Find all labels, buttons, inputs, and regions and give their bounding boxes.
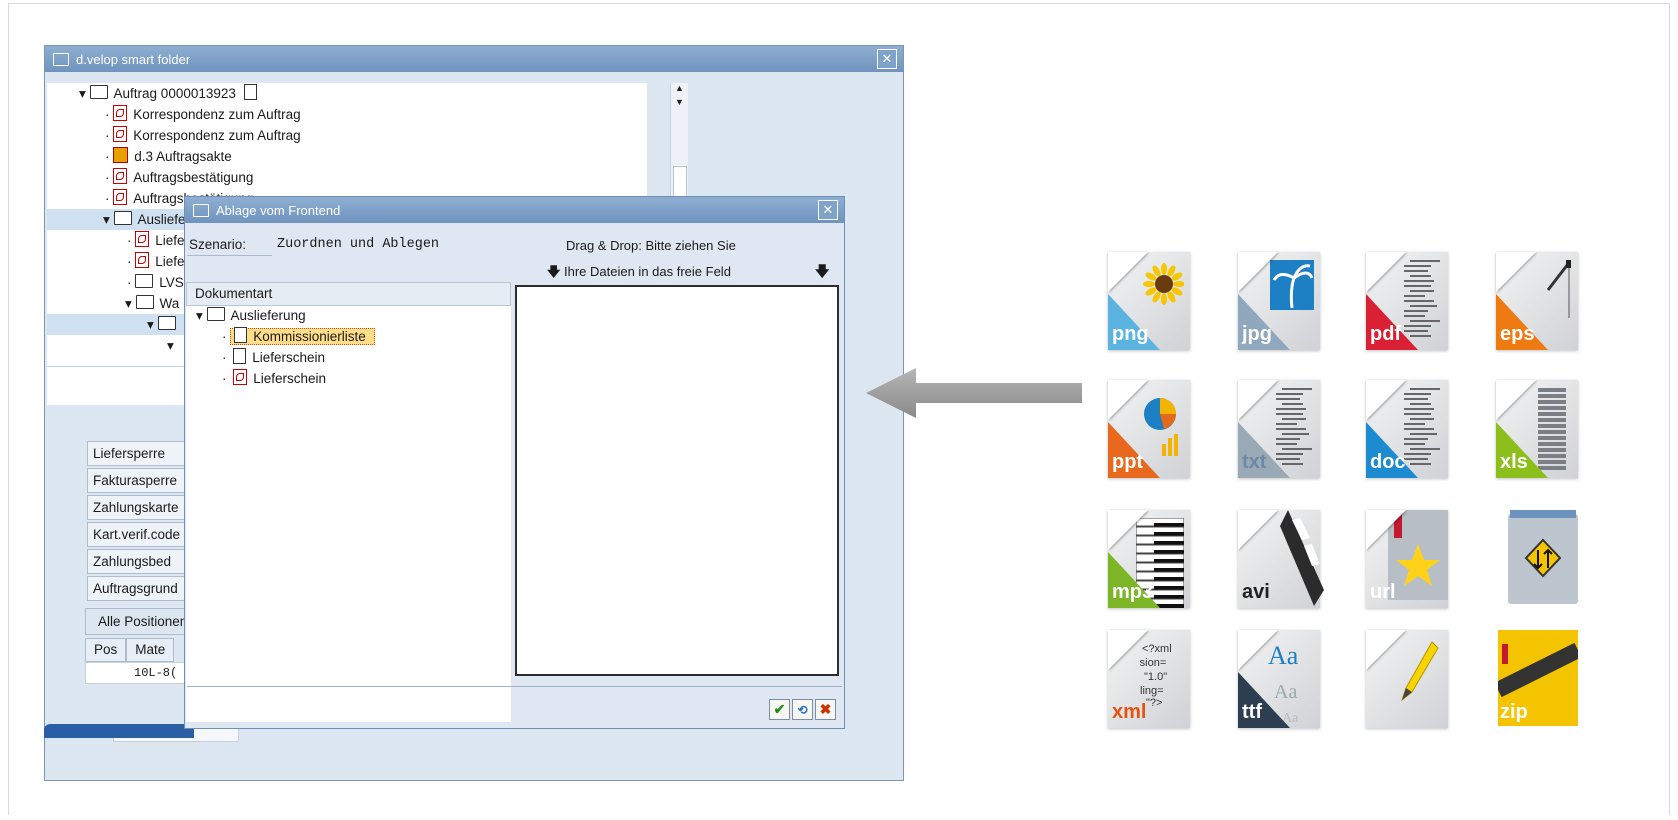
scroll-down-icon[interactable]: ▼ (671, 97, 688, 111)
png-file-icon: png (1108, 252, 1190, 350)
pdf-icon (233, 369, 248, 385)
ok-button[interactable]: ✔ (769, 699, 790, 720)
tree-item[interactable]: ▾ Auftrag 0000013923 (79, 83, 263, 104)
folder-open-icon (157, 316, 176, 330)
pdf-file-icon: pdf (1366, 252, 1448, 350)
document-icon (243, 84, 257, 100)
scenario-value[interactable]: Zuordnen und Ablegen (277, 237, 439, 252)
dragdrop-hint-line1: Drag & Drop: Bitte ziehen Sie (566, 238, 736, 253)
scenario-label: Szenario: (189, 237, 247, 252)
cancel-button[interactable]: ✖ (815, 699, 836, 720)
dialog-buttons: ✔ ⟲ ✖ (769, 699, 836, 720)
doctype-header: Dokumentart (186, 282, 511, 306)
pdf-icon (113, 189, 128, 205)
pdf-icon (135, 252, 150, 268)
dragdrop-hint-line2: 🡇 Ihre Dateien in das freie Feld (547, 264, 731, 279)
doctype-root[interactable]: ▾ Auslieferung (196, 306, 306, 326)
svg-text:ling=: ling= (1140, 685, 1164, 697)
folder-open-icon (113, 211, 132, 225)
svg-text:"?>: "?> (1146, 697, 1162, 708)
file-ext-label: zip (1500, 701, 1528, 723)
tree-item[interactable]: · LVS (127, 272, 184, 293)
doctype-item-kommissionierliste[interactable]: · Kommissionierliste (222, 327, 375, 347)
pdf-icon (113, 126, 128, 142)
window-icon (53, 52, 69, 66)
pdf-icon (113, 168, 128, 184)
document-icon (233, 348, 247, 364)
footer-divider (187, 686, 842, 688)
folder-icon (135, 274, 154, 288)
tree-expander[interactable]: ▾ (167, 335, 174, 356)
doctype-item-lieferschein-pdf[interactable]: · Lieferschein (222, 369, 326, 389)
avi-file-icon: avi (1238, 510, 1324, 608)
dialog-title: Ablage vom Frontend (216, 202, 341, 218)
window-bottom-strip (44, 724, 194, 738)
tree-scrollbar[interactable]: ▲ ▼ (670, 83, 688, 213)
file-ext-label: xls (1500, 451, 1528, 473)
folder-open-icon (206, 307, 225, 321)
file-ext-label: txt (1242, 451, 1267, 473)
folder-open-icon (89, 85, 108, 99)
xml-file-icon: <?xmlrsion="1.0"ling="?>xml (1108, 630, 1190, 728)
file-ext-label: jpg (1242, 323, 1272, 345)
file-ext-label: pdf (1370, 323, 1402, 345)
tree-item[interactable]: ▾ Wa (125, 293, 179, 314)
file-ext-label: avi (1242, 581, 1270, 603)
file-ext-label: xml (1112, 701, 1147, 723)
col-pos[interactable]: Pos (85, 638, 127, 662)
dossier-icon (113, 147, 129, 163)
tree-item[interactable]: · Auftragsbestätigung (105, 167, 253, 188)
file-ext-label: eps (1500, 323, 1535, 345)
eps-file-icon: eps (1496, 252, 1578, 350)
file-ext-label: url (1370, 581, 1396, 603)
pdf-icon (135, 231, 150, 247)
arrow-down-icon: 🡇 (815, 263, 830, 279)
tree-item[interactable]: · Korrespondenz zum Auftrag (105, 104, 301, 125)
window-icon (193, 203, 209, 217)
zip-file-icon: zip (1494, 630, 1582, 728)
smart-folder-titlebar[interactable]: d.velop smart folder ✕ (45, 46, 903, 72)
reset-button[interactable]: ⟲ (792, 699, 813, 720)
ablage-dialog: Ablage vom Frontend ✕ Szenario: Zuordnen… (184, 196, 845, 729)
doctype-panel: Dokumentart ▾ Auslieferung · Kommissioni… (186, 282, 511, 722)
svg-text:Aa: Aa (1274, 681, 1297, 703)
window-title: d.velop smart folder (76, 51, 191, 67)
doc-file-icon: doc (1366, 380, 1448, 478)
updown-file-icon (1496, 510, 1578, 608)
jpg-file-icon: jpg (1238, 252, 1320, 350)
doctype-item-lieferschein[interactable]: · Lieferschein (222, 348, 325, 368)
col-material[interactable]: Mate (126, 638, 175, 662)
close-icon[interactable]: ✕ (818, 200, 838, 220)
svg-text:"1.0": "1.0" (1144, 671, 1167, 683)
file-ext-label: doc (1370, 451, 1406, 473)
document-icon (234, 327, 248, 343)
file-ext-label: ttf (1242, 701, 1262, 723)
folder-open-icon (135, 295, 154, 309)
close-icon[interactable]: ✕ (877, 49, 897, 69)
drop-zone[interactable] (515, 285, 839, 676)
file-ext-label: mp3 (1112, 581, 1154, 603)
ttf-file-icon: Aa Aa Aa ttf (1238, 630, 1320, 728)
dialog-titlebar[interactable]: Ablage vom Frontend ✕ (185, 197, 844, 223)
pdf-icon (113, 105, 128, 121)
arrow-down-icon: 🡇 (547, 264, 561, 279)
xls-file-icon: xls (1496, 380, 1578, 478)
file-ext-label: ppt (1112, 451, 1144, 473)
tree-item[interactable]: · d.3 Auftragsakte (105, 146, 232, 167)
mp3-file-icon: mp3 (1108, 510, 1190, 609)
pencil-file-icon (1366, 630, 1448, 728)
file-ext-label: png (1112, 323, 1149, 345)
drag-direction-arrow-icon (866, 368, 1082, 418)
url-file-icon: url (1366, 510, 1448, 608)
scenario-underline (187, 255, 272, 256)
tree-item[interactable]: · Korrespondenz zum Auftrag (105, 125, 301, 146)
ppt-file-icon: ppt (1108, 380, 1190, 478)
scroll-up-icon[interactable]: ▲ (671, 83, 688, 97)
txt-file-icon: txt (1238, 380, 1320, 478)
